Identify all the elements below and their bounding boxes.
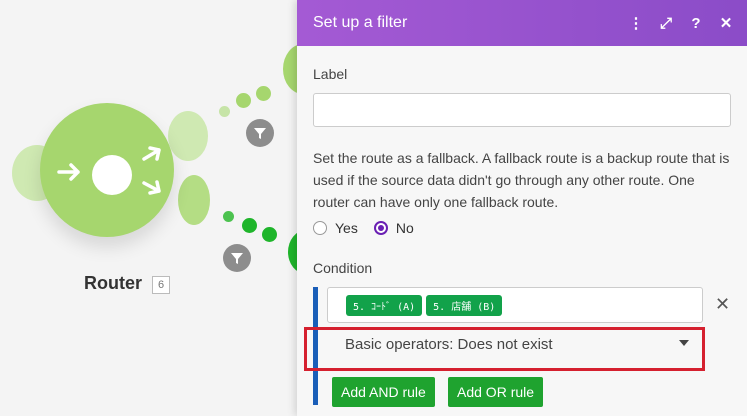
connector-bubble [168,111,208,161]
filter-badge-upper[interactable] [246,119,274,147]
panel-title: Set up a filter [313,14,408,31]
router-module[interactable] [40,103,174,237]
scenario-canvas[interactable]: Router 6 [0,0,300,416]
more-vertical-icon[interactable]: ⋮ [621,0,651,46]
route-dot [256,86,271,101]
operator-value: Basic operators: Does not exist [345,335,553,353]
chevron-down-icon [679,340,689,346]
variable-pill[interactable]: 5. 店舗 (B) [426,294,503,316]
filter-setup-panel: Set up a filter ⋮ ⤢ ? ✕ Label Set the ro… [297,0,747,416]
operator-select[interactable]: Basic operators: Does not exist [327,328,703,360]
fallback-radio-group: Yes No [313,220,430,236]
close-icon[interactable]: ✕ [711,0,741,46]
radio-no[interactable] [373,221,388,235]
router-module-count: 6 [152,276,170,294]
filter-badge-lower[interactable] [223,244,251,272]
help-icon[interactable]: ? [681,0,711,46]
radio-no-label: No [395,220,414,236]
filter-icon [254,128,266,139]
label-input[interactable] [313,93,731,127]
radio-yes-label: Yes [335,220,358,236]
route-dot [242,218,257,233]
condition-operand-input[interactable]: 5. ｺｰﾄﾞ (A) 5. 店舗 (B) [327,287,703,323]
route-dot [262,227,277,242]
fallback-description: Set the route as a fallback. A fallback … [313,150,730,210]
condition-label: Condition [313,260,373,276]
route-dot [223,211,234,222]
route-dot [236,93,251,108]
route-dot [219,106,230,117]
variable-pill[interactable]: 5. ｺｰﾄﾞ (A) [346,294,423,316]
condition-group-bar [313,287,318,405]
remove-condition-icon[interactable]: ✕ [715,294,730,315]
panel-header: Set up a filter ⋮ ⤢ ? ✕ [297,0,747,46]
label-field-label: Label [313,66,348,82]
fallback-yes-option[interactable]: Yes [313,220,358,236]
add-and-rule-button[interactable]: Add AND rule [332,377,435,407]
router-arrows-icon [57,146,161,195]
add-or-rule-button[interactable]: Add OR rule [448,377,544,407]
filter-icon [231,253,243,264]
router-label: Router [84,273,142,293]
radio-yes[interactable] [313,221,327,235]
expand-icon[interactable]: ⤢ [651,0,681,46]
fallback-no-option[interactable]: No [373,220,414,236]
connector-bubble [178,175,210,225]
